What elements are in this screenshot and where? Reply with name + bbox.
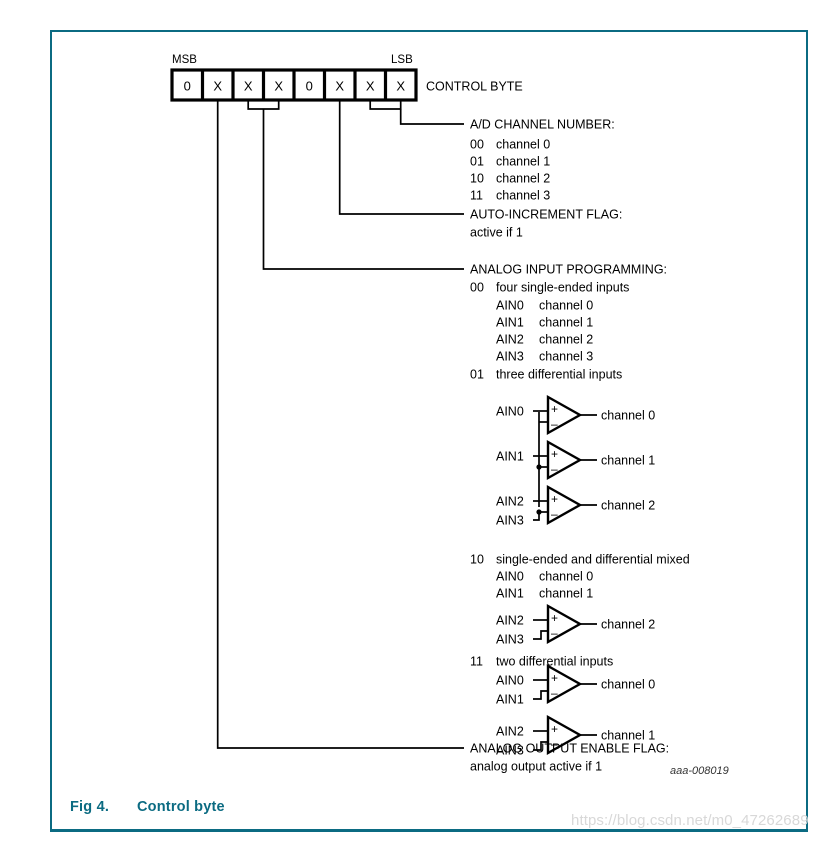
mode-00-channel-3: channel 3 xyxy=(539,350,593,364)
control-byte-box: 0 X X X 0 X X X xyxy=(170,68,418,102)
figure-frame: MSB LSB 0 X X X 0 X X X CONTROL BYTE A/D… xyxy=(50,30,808,815)
mode-10-channel-1: channel 1 xyxy=(539,587,593,601)
mode-10-amp-0-minus-label: AIN3 xyxy=(496,633,524,647)
bit-cell-7: 0 xyxy=(184,79,191,94)
mode-10-ain-1: AIN1 xyxy=(496,587,524,601)
ad-channel-code-3: 11 xyxy=(470,189,483,203)
amp-group-mode-01: AIN0 + – channel 0 AIN1 + – channel 1 AI… xyxy=(496,394,655,528)
ad-channel-text-2: channel 2 xyxy=(496,172,550,186)
mode-01-amp-1-out: channel 1 xyxy=(601,454,655,468)
analog-input-title: ANALOG INPUT PROGRAMMING: xyxy=(470,263,667,277)
ad-channel-title: A/D CHANNEL NUMBER: xyxy=(470,118,615,132)
mode-10-amp-0-out: channel 2 xyxy=(601,618,655,632)
mode-11-amp-1-plus-sign: + xyxy=(551,722,558,736)
figure-title: Control byte xyxy=(137,799,225,815)
mode-01-text: three differential inputs xyxy=(496,368,622,382)
mode-00-channel-0: channel 0 xyxy=(539,299,593,313)
control-byte-diagram: MSB LSB 0 X X X 0 X X X CONTROL BYTE A/D… xyxy=(170,54,729,777)
bit-cell-6: X xyxy=(213,79,222,94)
mode-01-code: 01 xyxy=(470,368,484,382)
ad-channel-code-0: 00 xyxy=(470,138,484,152)
section-analog-output: ANALOG OUTPUT ENABLE FLAG: analog output… xyxy=(470,742,669,774)
mode-01-amp-1-plus-label: AIN1 xyxy=(496,450,524,464)
amp-group-mode-10: AIN2 + – AIN3 channel 2 xyxy=(496,603,655,647)
auto-increment-note: active if 1 xyxy=(470,226,523,240)
leader-analog-output xyxy=(216,100,464,749)
mode-01-amp-0-out: channel 0 xyxy=(601,409,655,423)
bit-cell-0: X xyxy=(396,79,405,94)
figure-number: Fig 4. xyxy=(70,799,110,815)
leader-ad-channel xyxy=(369,100,464,125)
mode-00-ain-2: AIN2 xyxy=(496,333,524,347)
document-id: aaa-008019 xyxy=(670,765,729,777)
bit-cell-5: X xyxy=(244,79,253,94)
mode-10-ain-0: AIN0 xyxy=(496,570,524,584)
ad-channel-text-1: channel 1 xyxy=(496,155,550,169)
mode-10-amp-0-plus-sign: + xyxy=(551,611,558,625)
mode-10-amp-0-plus-label: AIN2 xyxy=(496,614,524,628)
mode-01-amp-2-minus-label: AIN3 xyxy=(496,514,524,528)
mode-00-ain-0: AIN0 xyxy=(496,299,524,313)
lsb-label: LSB xyxy=(391,54,413,66)
mode-01-amp-0-minus-sign: – xyxy=(551,417,558,431)
ad-channel-text-0: channel 0 xyxy=(496,138,550,152)
ad-channel-text-3: channel 3 xyxy=(496,189,550,203)
leader-auto-increment xyxy=(338,100,464,215)
mode-00-channel-2: channel 2 xyxy=(539,333,593,347)
mode-11-amp-1-out: channel 1 xyxy=(601,729,655,743)
bit-cell-3: 0 xyxy=(306,79,313,94)
mode-00-ain-1: AIN1 xyxy=(496,316,524,330)
mode-11-amp-0-minus-sign: – xyxy=(551,686,558,700)
mode-11-text: two differential inputs xyxy=(496,655,613,669)
mode-00-channel-1: channel 1 xyxy=(539,316,593,330)
mode-11-amp-0-out: channel 0 xyxy=(601,678,655,692)
ad-channel-code-1: 01 xyxy=(470,155,484,169)
section-analog-input: ANALOG INPUT PROGRAMMING: 00 four single… xyxy=(470,263,690,758)
mode-10-amp-0-minus-sign: – xyxy=(551,626,558,640)
mode-10-channel-0: channel 0 xyxy=(539,570,593,584)
mode-10-text: single-ended and differential mixed xyxy=(496,553,690,567)
mode-01-amp-1-plus-sign: + xyxy=(551,447,558,461)
auto-increment-title: AUTO-INCREMENT FLAG: xyxy=(470,208,622,222)
mode-00-text: four single-ended inputs xyxy=(496,281,629,295)
mode-01-amp-0-plus-label: AIN0 xyxy=(496,405,524,419)
bit-cell-2: X xyxy=(335,79,344,94)
bit-cell-4: X xyxy=(274,79,283,94)
mode-10-code: 10 xyxy=(470,553,484,567)
mode-01-amp-2-minus-sign: – xyxy=(551,507,558,521)
leader-analog-input xyxy=(247,100,464,270)
mode-00-code: 00 xyxy=(470,281,484,295)
mode-01-amp-1-minus-sign: – xyxy=(551,462,558,476)
mode-01-amp-2-out: channel 2 xyxy=(601,499,655,513)
watermark-text: https://blog.csdn.net/m0_47262689 xyxy=(571,812,809,829)
analog-output-note: analog output active if 1 xyxy=(470,760,602,774)
mode-01-amp-2-plus-sign: + xyxy=(551,492,558,506)
msb-label: MSB xyxy=(172,54,197,66)
section-auto-increment: AUTO-INCREMENT FLAG: active if 1 xyxy=(470,208,622,240)
control-byte-name: CONTROL BYTE xyxy=(426,80,523,94)
mode-01-amp-0-plus-sign: + xyxy=(551,402,558,416)
mode-11-code: 11 xyxy=(470,655,483,669)
mode-11-amp-0-plus-label: AIN0 xyxy=(496,674,524,688)
mode-01-amp-2-plus-label: AIN2 xyxy=(496,495,524,509)
bit-cell-1: X xyxy=(366,79,375,94)
analog-output-title: ANALOG OUTPUT ENABLE FLAG: xyxy=(470,742,669,756)
mode-11-amp-1-plus-label: AIN2 xyxy=(496,725,524,739)
mode-00-ain-3: AIN3 xyxy=(496,350,524,364)
section-ad-channel: A/D CHANNEL NUMBER: 00 channel 0 01 chan… xyxy=(470,118,615,203)
ad-channel-code-2: 10 xyxy=(470,172,484,186)
mode-11-amp-0-plus-sign: + xyxy=(551,671,558,685)
mode-11-amp-0-minus-label: AIN1 xyxy=(496,693,524,707)
